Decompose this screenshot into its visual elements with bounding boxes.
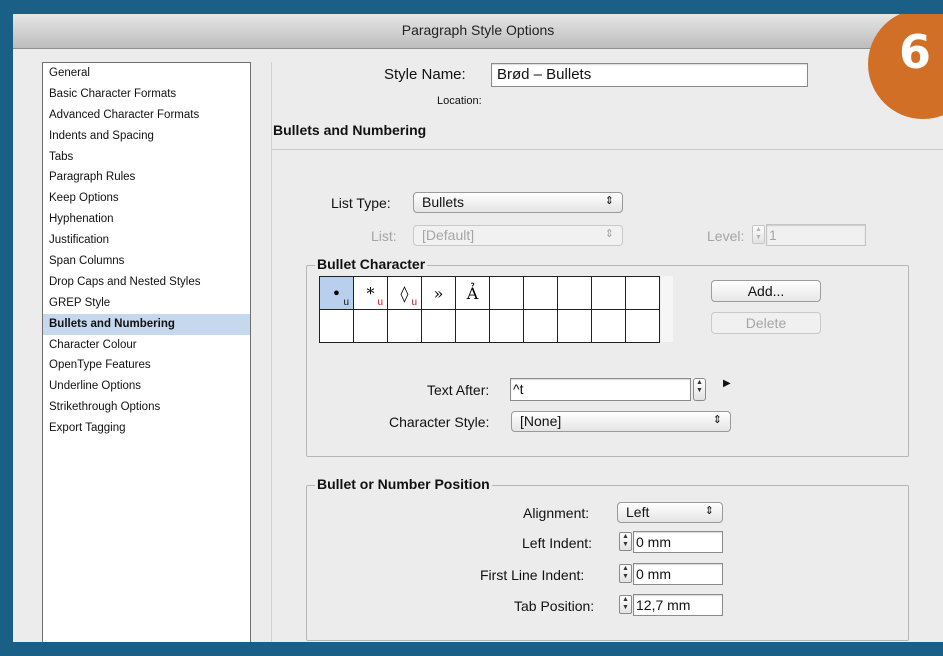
list-value: [Default] [422, 227, 475, 243]
bullet-glyph: • [331, 283, 342, 303]
bullet-unicode-marker: u [377, 297, 383, 308]
text-after-menu-stepper[interactable]: ▲ ▼ [693, 378, 706, 401]
sidebar-item[interactable]: OpenType Features [43, 355, 250, 376]
bullet-unicode-marker: u [343, 297, 349, 308]
style-name-label: Style Name: [384, 66, 466, 83]
character-style-select[interactable]: [None] ⇕ [511, 411, 731, 432]
grid-scrollbar[interactable] [661, 276, 673, 342]
bullet-cell[interactable] [523, 276, 558, 310]
bullet-cell[interactable]: * u [353, 276, 388, 310]
alignment-value: Left [626, 504, 650, 520]
sidebar-item[interactable]: Export Tagging [43, 418, 250, 439]
bullet-glyph: * [366, 283, 375, 303]
position-group-title: Bullet or Number Position [315, 476, 492, 492]
category-list[interactable]: General Basic Character Formats Advanced C… [42, 62, 251, 642]
bullet-character-grid[interactable]: • u * u ◊ u» Ả [319, 276, 660, 343]
bullet-glyph: Ả [466, 283, 479, 303]
sidebar-item[interactable]: General [43, 63, 250, 84]
left-indent-label: Left Indent: [522, 535, 593, 551]
section-divider [272, 149, 943, 150]
paragraph-style-options-window: Paragraph Style Options 6 General Basic C… [13, 14, 943, 642]
style-name-input[interactable]: Brød – Bullets [491, 63, 808, 87]
bullet-cell-empty[interactable] [353, 309, 388, 343]
alignment-label: Alignment: [523, 505, 590, 521]
bullet-cell-empty[interactable] [421, 309, 456, 343]
position-group [306, 485, 909, 641]
sidebar-item[interactable]: Underline Options [43, 376, 250, 397]
select-arrows-icon: ⇕ [604, 195, 614, 207]
bullet-cell[interactable]: ◊ u [387, 276, 422, 310]
sidebar-item[interactable]: Strikethrough Options [43, 397, 250, 418]
text-after-label: Text After: [427, 382, 490, 398]
sidebar-item[interactable]: Span Columns [43, 251, 250, 272]
bullet-character-title: Bullet Character [315, 256, 428, 272]
first-line-indent-stepper[interactable]: ▲ ▼ [619, 564, 632, 583]
bullet-cell-empty[interactable] [387, 309, 422, 343]
sidebar-item[interactable]: Keep Options [43, 188, 250, 209]
bullet-cell-empty[interactable] [591, 309, 626, 343]
sidebar-item[interactable]: Justification [43, 230, 250, 251]
sidebar-item[interactable]: GREP Style [43, 293, 250, 314]
window-title: Paragraph Style Options [401, 22, 555, 38]
bullet-cell-empty[interactable] [523, 309, 558, 343]
tab-position-stepper[interactable]: ▲ ▼ [619, 595, 632, 614]
bullet-glyph: ◊ [400, 283, 409, 303]
left-indent-stepper[interactable]: ▲ ▼ [619, 532, 632, 551]
sidebar-item[interactable]: Basic Character Formats [43, 84, 250, 105]
level-input[interactable]: 1 [766, 224, 866, 246]
alignment-select[interactable]: Left ⇕ [617, 502, 723, 523]
bullet-cell[interactable]: • u [319, 276, 354, 310]
title-bar[interactable]: Paragraph Style Options [13, 14, 943, 49]
bullet-cell[interactable]: » [421, 276, 456, 310]
level-stepper[interactable]: ▲ ▼ [752, 225, 765, 244]
list-type-select[interactable]: Bullets ⇕ [413, 192, 623, 213]
list-label: List: [371, 228, 397, 244]
first-line-indent-label: First Line Indent: [480, 567, 585, 583]
bullet-cell-empty[interactable] [625, 309, 660, 343]
add-button[interactable]: Add... [711, 280, 821, 302]
bullet-glyph: » [433, 283, 444, 303]
bullet-cell[interactable]: Ả [455, 276, 490, 310]
list-select[interactable]: [Default] ⇕ [413, 225, 623, 246]
sidebar-item[interactable]: Drop Caps and Nested Styles [43, 272, 250, 293]
sidebar-item[interactable]: Character Colour [43, 335, 250, 356]
bullet-unicode-marker: u [411, 297, 417, 308]
first-line-indent-input[interactable]: 0 mm [633, 563, 723, 585]
bullet-cell[interactable] [591, 276, 626, 310]
sidebar-item[interactable]: Hyphenation [43, 209, 250, 230]
select-arrows-icon: ⇕ [704, 505, 714, 517]
left-indent-input[interactable]: 0 mm [633, 531, 723, 553]
character-style-label: Character Style: [389, 414, 490, 430]
location-label: Location: [437, 95, 482, 107]
badge-number: 6 [899, 25, 932, 79]
select-arrows-icon: ⇕ [604, 228, 614, 240]
bullet-cell[interactable] [489, 276, 524, 310]
bullet-cell-empty[interactable] [489, 309, 524, 343]
level-label: Level: [707, 228, 745, 244]
sidebar-item[interactable]: Advanced Character Formats [43, 105, 250, 126]
select-arrows-icon: ⇕ [712, 414, 722, 426]
sidebar-item[interactable]: Paragraph Rules [43, 167, 250, 188]
sidebar-item[interactable]: Tabs [43, 147, 250, 168]
bullet-cell-empty[interactable] [319, 309, 354, 343]
step-number-badge: 6 [868, 14, 943, 119]
character-style-value: [None] [520, 413, 562, 429]
section-title: Bullets and Numbering [273, 122, 427, 138]
bullet-cell-empty[interactable] [455, 309, 490, 343]
tab-position-label: Tab Position: [514, 598, 595, 614]
special-characters-arrow-icon[interactable]: ▶ [723, 378, 731, 389]
sidebar-item[interactable]: Bullets and Numbering [43, 313, 250, 335]
bullet-cell-empty[interactable] [557, 309, 592, 343]
list-type-value: Bullets [422, 194, 465, 210]
bullet-cell[interactable] [557, 276, 592, 310]
sidebar-item[interactable]: Indents and Spacing [43, 126, 250, 147]
delete-button[interactable]: Delete [711, 312, 821, 334]
bullet-cell[interactable] [625, 276, 660, 310]
tab-position-input[interactable]: 12,7 mm [633, 594, 723, 616]
text-after-input[interactable]: ^t [510, 378, 691, 401]
list-type-label: List Type: [331, 195, 391, 211]
